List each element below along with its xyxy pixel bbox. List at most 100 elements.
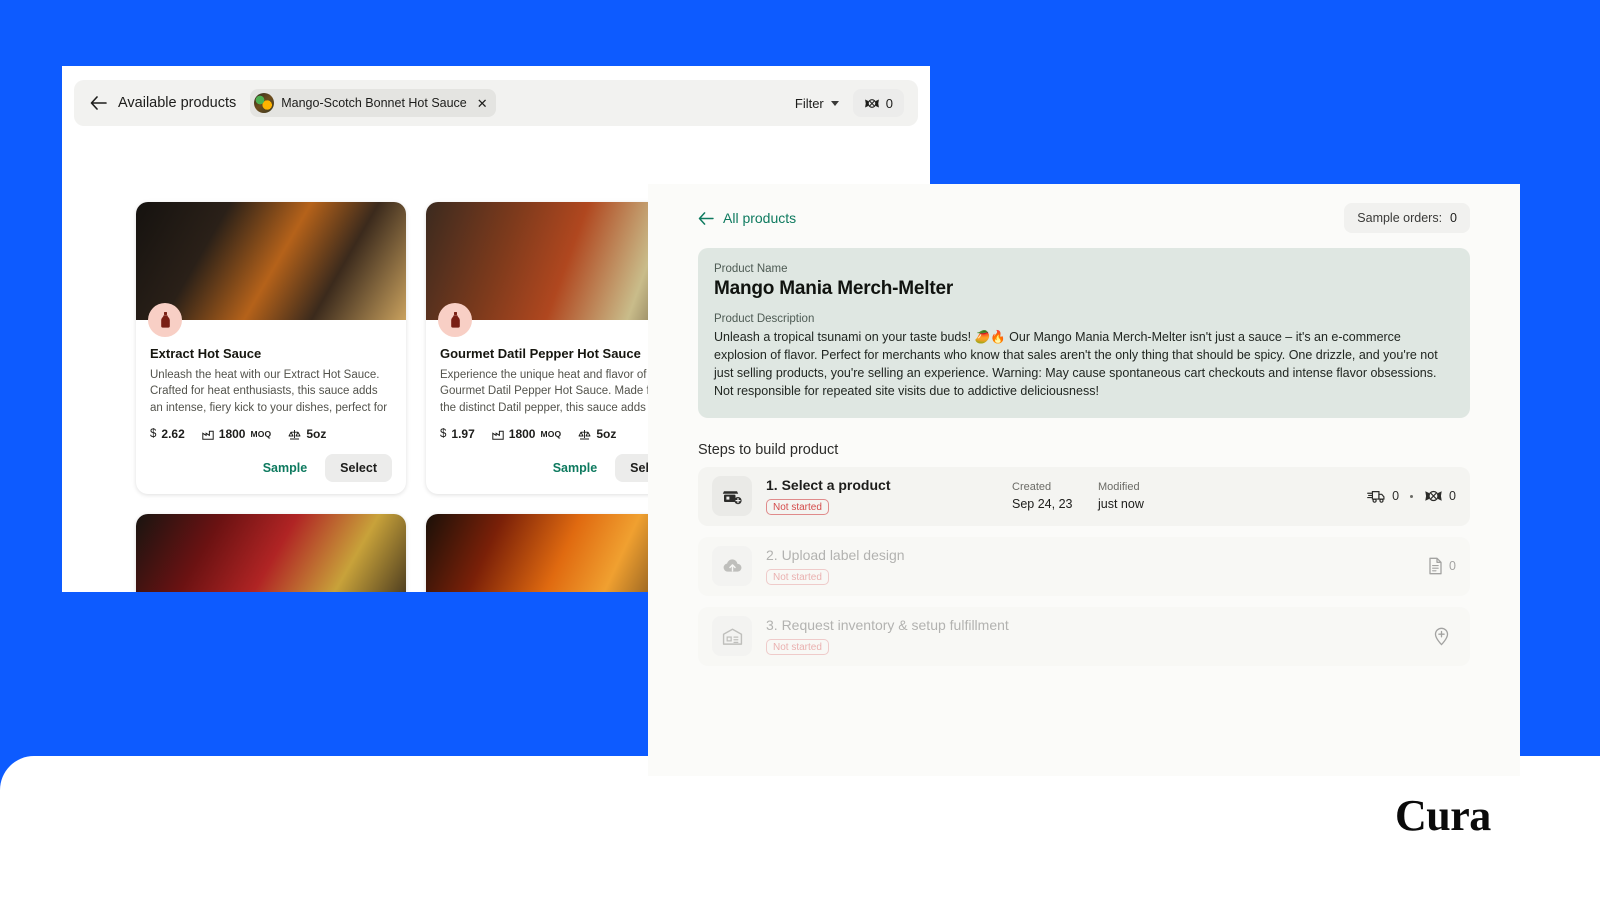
step-metrics [1433, 627, 1456, 646]
step-main: 3. Request inventory & setup fulfillment… [766, 617, 1009, 656]
product-name: Extract Hot Sauce [150, 346, 392, 361]
filter-label: Filter [795, 96, 824, 111]
scale-icon [578, 429, 591, 440]
add-location-icon [1433, 627, 1450, 646]
created-value: Sep 24, 23 [1012, 497, 1084, 511]
cura-logo: Cura [1395, 790, 1491, 841]
modified-value: just now [1098, 497, 1170, 511]
step-metrics: 0 0 [1367, 489, 1456, 504]
sample-orders-value: 0 [1450, 211, 1457, 225]
product-card[interactable]: Red Habanero Hot Sauce [136, 514, 406, 592]
sample-orders-label: Sample orders: [1357, 211, 1442, 225]
moq-unit: MOQ [250, 429, 271, 439]
sauce-bottle-icon [148, 303, 182, 337]
product-name: Gourmet Datil Pepper Hot Sauce [440, 346, 682, 361]
status-badge: Not started [766, 569, 829, 585]
steps-heading: Steps to build product [698, 442, 1470, 458]
moq-value: 1800 [219, 427, 246, 441]
delivery-metric: 0 [1367, 489, 1399, 504]
price-symbol: $ [440, 428, 446, 440]
product-avatar [254, 93, 274, 113]
chevron-down-icon [831, 101, 839, 106]
step-name: 1. Select a product [766, 477, 998, 493]
created-label: Created [1012, 481, 1084, 493]
price-metric: $ 2.62 [150, 427, 185, 441]
cloud-upload-icon [712, 546, 752, 586]
step-row-upload-label[interactable]: 2. Upload label design Not started 0 [698, 537, 1470, 596]
product-card-body: Extract Hot Sauce Unleash the heat with … [136, 320, 406, 494]
step-created-column: Created Sep 24, 23 [1012, 481, 1084, 511]
moq-unit: MOQ [540, 429, 561, 439]
sauce-bottle-icon [438, 303, 472, 337]
candy-icon [1424, 490, 1443, 502]
scale-icon [288, 429, 301, 440]
candy-icon [864, 98, 880, 109]
page-title: Available products [118, 95, 236, 111]
sample-count-button[interactable]: 0 [853, 89, 904, 117]
step-row-select-product[interactable]: 1. Select a product Not started Created … [698, 467, 1470, 526]
step-modified-column: Modified just now [1098, 481, 1170, 511]
select-button[interactable]: Select [325, 454, 392, 482]
size-metric: 5oz [578, 427, 616, 441]
product-card[interactable]: Extract Hot Sauce Unleash the heat with … [136, 202, 406, 494]
factory-icon [492, 429, 504, 440]
product-name-label: Product Name [714, 263, 1454, 275]
detail-panel-header: All products Sample orders: 0 [648, 194, 1520, 242]
close-icon[interactable]: ✕ [477, 97, 488, 110]
sample-metric: 0 [1424, 489, 1456, 503]
delivery-metric-value: 0 [1392, 489, 1399, 503]
modified-label: Modified [1098, 481, 1170, 493]
status-badge: Not started [766, 639, 829, 655]
filter-button[interactable]: Filter [789, 92, 845, 115]
price-value: 1.97 [451, 427, 474, 441]
price-value: 2.62 [161, 427, 184, 441]
back-arrow-icon[interactable] [88, 93, 108, 113]
product-filter-chip[interactable]: Mango-Scotch Bonnet Hot Sauce ✕ [250, 89, 495, 117]
size-value: 5oz [306, 427, 326, 441]
document-icon [1428, 557, 1443, 575]
all-products-back-link[interactable]: All products [698, 210, 796, 226]
price-symbol: $ [150, 428, 156, 440]
document-metric: 0 [1428, 557, 1456, 575]
moq-value: 1800 [509, 427, 536, 441]
product-description: Experience the unique heat and flavor of… [440, 367, 682, 416]
product-detail-panel: All products Sample orders: 0 Product Na… [648, 184, 1520, 776]
price-metric: $ 1.97 [440, 427, 475, 441]
backdrop-right-edge [1520, 0, 1600, 776]
product-metrics: $ 1.97 1800 MOQ 5oz [440, 427, 682, 441]
size-value: 5oz [596, 427, 616, 441]
product-summary-card: Product Name Mango Mania Merch-Melter Pr… [698, 248, 1470, 418]
product-metrics: $ 2.62 1800 MOQ 5oz [150, 427, 392, 441]
sample-orders-button[interactable]: Sample orders: 0 [1344, 203, 1470, 233]
toolbar-right-group: Filter 0 [789, 89, 904, 117]
factory-icon [202, 429, 214, 440]
product-card-actions: Sample Select [150, 454, 392, 482]
storefront-add-icon [712, 476, 752, 516]
product-image [136, 514, 406, 592]
product-image [136, 202, 406, 320]
sample-metric-value: 0 [1449, 489, 1456, 503]
location-metric [1433, 627, 1456, 646]
metric-separator [1410, 495, 1413, 498]
moq-metric: 1800 MOQ [202, 427, 272, 441]
product-name-value: Mango Mania Merch-Melter [714, 278, 1454, 300]
step-name: 3. Request inventory & setup fulfillment [766, 617, 1009, 633]
chip-label: Mango-Scotch Bonnet Hot Sauce [281, 96, 467, 110]
sample-button[interactable]: Sample [255, 455, 315, 481]
moq-metric: 1800 MOQ [492, 427, 562, 441]
available-products-toolbar: Available products Mango-Scotch Bonnet H… [74, 80, 918, 126]
step-main: 1. Select a product Not started [766, 477, 998, 516]
step-row-request-inventory[interactable]: 3. Request inventory & setup fulfillment… [698, 607, 1470, 666]
warehouse-icon [712, 616, 752, 656]
document-metric-value: 0 [1449, 559, 1456, 573]
step-main: 2. Upload label design Not started [766, 547, 998, 586]
sample-button[interactable]: Sample [545, 455, 605, 481]
all-products-label: All products [723, 210, 796, 226]
status-badge: Not started [766, 499, 829, 515]
size-metric: 5oz [288, 427, 326, 441]
product-card-actions: Sample Select [440, 454, 682, 482]
step-metrics: 0 [1428, 557, 1456, 575]
step-name: 2. Upload label design [766, 547, 998, 563]
arrow-left-icon [698, 212, 714, 225]
product-description-value: Unleash a tropical tsunami on your taste… [714, 328, 1454, 401]
